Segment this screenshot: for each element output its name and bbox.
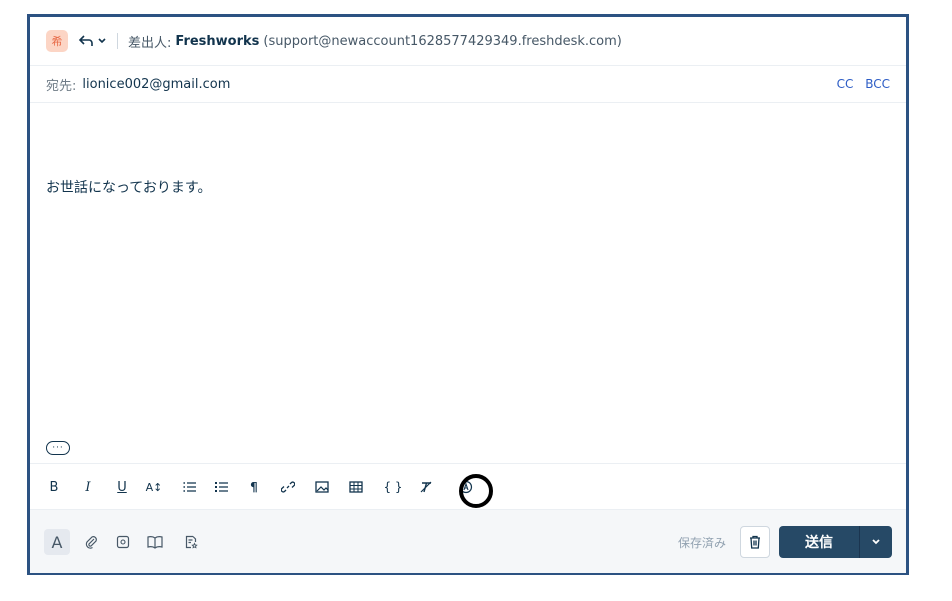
send-options-button[interactable]	[859, 526, 892, 558]
avatar: 希	[46, 30, 68, 52]
canned-response-icon	[116, 535, 130, 549]
image-button[interactable]	[312, 476, 332, 498]
ordered-list-icon	[183, 482, 196, 492]
clear-format-button[interactable]	[416, 476, 436, 498]
delete-draft-button[interactable]	[740, 526, 770, 558]
bold-icon: B	[49, 479, 59, 495]
bcc-button[interactable]: BCC	[865, 77, 890, 91]
unordered-list-button[interactable]	[212, 476, 232, 498]
compose-footer: A 保存済み 送信	[30, 509, 906, 573]
text-format-toggle[interactable]: A	[44, 529, 70, 555]
chevron-down-icon[interactable]	[97, 37, 107, 45]
italic-icon: I	[85, 479, 91, 495]
to-label: 宛先:	[46, 78, 77, 94]
underline-icon: U	[117, 479, 127, 495]
from-row: 希 差出人: Freshworks (support@newaccount162…	[30, 17, 906, 65]
clear-format-icon	[420, 481, 432, 493]
paperclip-icon	[85, 536, 97, 549]
ordered-list-button[interactable]	[180, 476, 200, 498]
to-field[interactable]: lionice002@gmail.com	[82, 77, 230, 92]
divider	[117, 33, 118, 49]
font-size-button[interactable]: A↕	[144, 476, 164, 498]
more-icon[interactable]: ···	[46, 441, 70, 455]
paragraph-button[interactable]: ¶	[244, 476, 264, 498]
link-icon	[281, 481, 295, 493]
code-icon: { }	[383, 480, 403, 494]
unordered-list-icon	[215, 482, 228, 492]
from-name[interactable]: Freshworks	[175, 34, 259, 49]
solutions-button[interactable]	[142, 529, 168, 555]
image-icon	[315, 481, 329, 493]
canned-response-button[interactable]	[110, 529, 136, 555]
reply-icon[interactable]	[78, 34, 94, 48]
send-button[interactable]: 送信	[779, 526, 859, 558]
table-icon	[349, 481, 363, 493]
document-star-icon	[185, 535, 198, 549]
saved-status: 保存済み	[677, 536, 726, 550]
to-row: 宛先: lionice002@gmail.com CC BCC	[30, 65, 906, 103]
from-label: 差出人:	[128, 35, 172, 51]
cc-button[interactable]: CC	[837, 77, 854, 91]
code-button[interactable]: { }	[380, 476, 406, 498]
template-button[interactable]	[178, 529, 204, 555]
message-body[interactable]: お世話になっております。	[46, 177, 211, 197]
trash-icon	[750, 535, 760, 549]
from-address: (support@newaccount1628577429349.freshde…	[263, 33, 622, 49]
attach-button[interactable]	[78, 529, 104, 555]
book-icon	[147, 536, 163, 549]
font-size-icon: A↕	[145, 480, 163, 494]
chevron-down-icon	[872, 539, 880, 545]
reply-editor: 希 差出人: Freshworks (support@newaccount162…	[27, 14, 909, 575]
link-button[interactable]	[278, 476, 298, 498]
highlight-ring	[459, 474, 493, 508]
underline-button[interactable]: U	[112, 476, 132, 498]
table-button[interactable]	[346, 476, 366, 498]
bold-button[interactable]: B	[44, 476, 64, 498]
paragraph-icon: ¶	[250, 480, 258, 494]
italic-button[interactable]: I	[78, 476, 98, 498]
text-format-icon: A	[51, 532, 63, 552]
